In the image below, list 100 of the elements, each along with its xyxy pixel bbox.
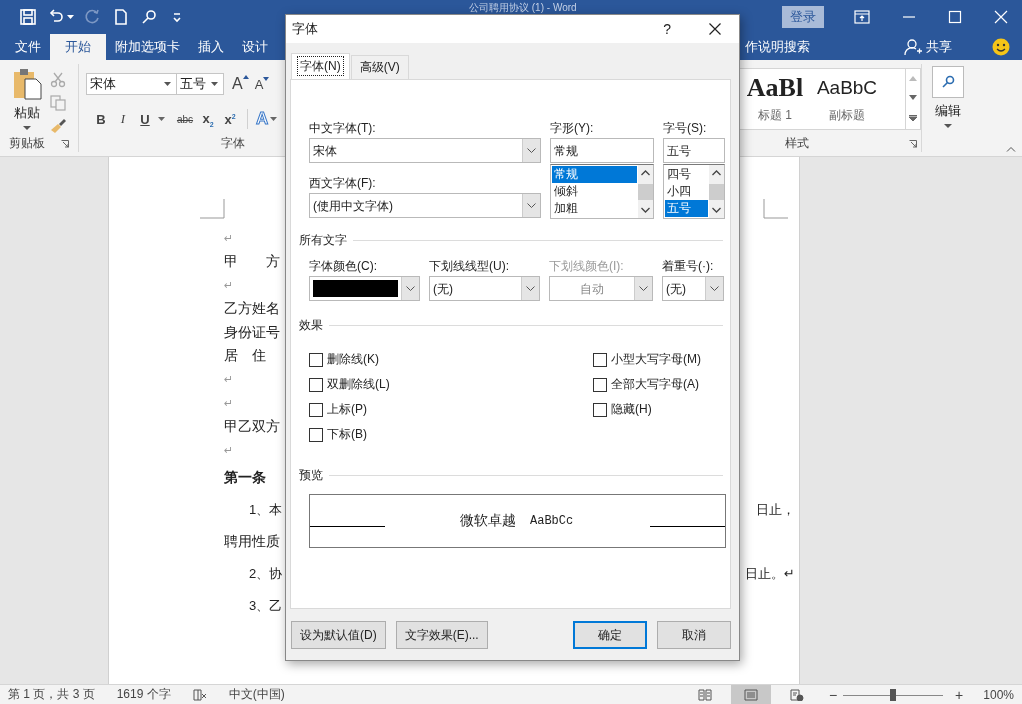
font-size-combo[interactable]: 五号 [177, 73, 224, 95]
page-count[interactable]: 第 1 页，共 3 页 [8, 686, 95, 703]
maximize-icon[interactable] [948, 10, 962, 24]
checkbox[interactable] [309, 352, 323, 367]
caret-icon[interactable] [270, 117, 278, 121]
font-style-field[interactable]: 常规 [550, 138, 654, 163]
caret-icon[interactable] [158, 117, 165, 121]
preview-text: AaBbCc [530, 514, 574, 528]
checkbox[interactable] [593, 352, 607, 367]
group-label: 样式 [785, 135, 809, 152]
scroll-down-icon[interactable] [909, 95, 917, 101]
dialog-button[interactable]: 文字效果(E)... [395, 621, 488, 649]
language-status[interactable]: 中文(中国) [228, 686, 285, 703]
grow-font-button[interactable]: A [232, 75, 249, 93]
ribbon-display-icon[interactable] [854, 10, 870, 24]
caret-icon [211, 82, 218, 86]
format-painter-icon[interactable] [50, 118, 66, 134]
option-dropdown[interactable]: (无) [662, 276, 724, 301]
ribbon-tab[interactable]: 插入 [189, 34, 233, 60]
save-button[interactable] [19, 8, 37, 26]
style-item[interactable]: AaBl 标题 1 [739, 69, 811, 129]
font-color-dropdown[interactable] [309, 276, 420, 301]
chevron-down-icon [639, 286, 648, 291]
list-option[interactable]: 四号 [665, 166, 708, 183]
checkbox[interactable] [593, 402, 607, 417]
zoom-slider-thumb[interactable] [890, 688, 897, 701]
effect-checkbox[interactable]: 删除线(K) [309, 347, 593, 372]
checkbox[interactable] [309, 402, 323, 417]
ribbon-tab[interactable]: 附加选项卡 [106, 34, 189, 60]
chinese-font-dropdown[interactable]: 宋体 [309, 138, 541, 163]
dialog-launcher-icon[interactable] [61, 139, 69, 148]
scrollbar-thumb[interactable] [709, 183, 724, 200]
effect-checkbox[interactable]: 隐藏(H) [593, 397, 733, 422]
dialog-button[interactable]: 确定 [573, 621, 647, 649]
checkbox[interactable] [309, 377, 323, 392]
field-label: 中文字体(T): [309, 120, 377, 137]
style-item[interactable]: AaBbC 副标题 [811, 69, 883, 129]
dialog-tab[interactable]: 高级(V) [350, 55, 409, 79]
bold-button[interactable]: B [90, 111, 112, 127]
effect-checkbox[interactable]: 小型大写字母(M) [593, 347, 733, 372]
zoom-level[interactable]: 100% [983, 687, 1014, 702]
proofing-book-icon[interactable] [192, 688, 207, 701]
ribbon-tab[interactable]: 文件 [6, 34, 50, 60]
chevron-down-icon [526, 286, 535, 291]
tell-me-search[interactable]: 作说明搜索 [745, 38, 810, 56]
option-dropdown[interactable]: (无) [429, 276, 540, 301]
western-font-dropdown[interactable]: (使用中文字体) [309, 193, 541, 218]
close-icon[interactable] [709, 23, 721, 35]
dialog-button[interactable]: 设为默认值(D) [291, 621, 386, 649]
zoom-in-button[interactable]: + [955, 686, 964, 703]
paragraph-mark: ↵ [224, 373, 234, 387]
dialog-title: 字体 [292, 20, 318, 38]
dialog-launcher-icon[interactable] [909, 139, 917, 148]
document-text: 甲 方 [224, 253, 280, 272]
scroll-up-icon[interactable] [712, 170, 721, 176]
search-button[interactable] [140, 8, 158, 26]
search-icon [140, 8, 158, 26]
ribbon-tab[interactable]: 开始 [50, 34, 106, 60]
zoom-slider[interactable] [843, 687, 944, 702]
effect-checkbox[interactable]: 双删除线(L) [309, 372, 593, 397]
list-option[interactable]: 五号 [665, 200, 708, 217]
ribbon-tab[interactable]: 设计 [233, 34, 277, 60]
paragraph-mark: ↵ [224, 443, 234, 457]
smiley-icon[interactable] [992, 38, 1010, 56]
zoom-out-button[interactable]: − [828, 686, 838, 703]
list-option[interactable]: 小四 [665, 183, 708, 200]
chevron-down-icon [527, 203, 536, 208]
dialog-tab[interactable]: 字体(N) [291, 53, 350, 79]
strikethrough-button[interactable]: abc [173, 113, 197, 125]
list-option[interactable]: 倾斜 [552, 183, 637, 200]
subscript-button[interactable]: x$_{2}$ [197, 110, 219, 128]
help-button[interactable]: ? [663, 21, 671, 37]
italic-button[interactable]: I [112, 111, 134, 127]
underline-button[interactable]: U [134, 111, 156, 127]
scroll-down-icon[interactable] [712, 207, 721, 213]
dialog-button[interactable]: 取消 [657, 621, 731, 649]
list-option[interactable]: 加粗 [552, 200, 637, 217]
new-document-button[interactable] [112, 8, 130, 26]
print-layout-button[interactable] [730, 685, 771, 704]
scroll-down-icon[interactable] [641, 207, 650, 213]
effect-checkbox[interactable]: 下标(B) [309, 422, 593, 447]
scrollbar-thumb[interactable] [638, 183, 653, 200]
font-size-field[interactable]: 五号 [663, 138, 725, 163]
field-label: 下划线颜色(I): [549, 258, 625, 275]
person-add-icon[interactable] [904, 38, 922, 56]
scroll-up-icon[interactable] [641, 170, 650, 176]
share-button[interactable]: 共享 [926, 34, 952, 60]
list-option[interactable]: 常规 [552, 166, 637, 183]
section-heading: 效果 [299, 317, 323, 334]
superscript-button[interactable]: x$^{2}$ [219, 111, 241, 127]
sign-in-button[interactable]: 登录 [782, 6, 824, 28]
more-icon[interactable] [909, 114, 917, 122]
shrink-font-button[interactable]: A [254, 76, 270, 92]
word-count[interactable]: 1619 个字 [116, 686, 171, 703]
paste-button[interactable]: 粘贴 [12, 68, 42, 134]
checkbox[interactable] [309, 427, 323, 442]
checkbox[interactable] [593, 377, 607, 392]
effect-checkbox[interactable]: 全部大写字母(A) [593, 372, 733, 397]
effect-checkbox[interactable]: 上标(P) [309, 397, 593, 422]
font-name-combo[interactable]: 宋体 [86, 73, 177, 95]
